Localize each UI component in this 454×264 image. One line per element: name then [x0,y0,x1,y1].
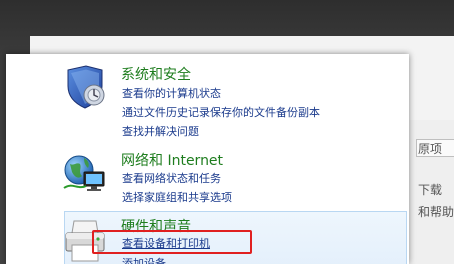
control-panel-window: 系统和安全 查看你的计算机状态 通过文件历史记录保存你的文件备份副本 查找并解决… [6,54,409,264]
link-view-computer-status[interactable]: 查看你的计算机状态 [122,85,221,101]
shield-icon [62,64,108,110]
network-globe-icon [62,150,108,196]
link-file-history-backup[interactable]: 通过文件历史记录保存你的文件备份副本 [122,104,320,120]
red-highlight-box [92,230,252,254]
background-text-3: 和帮助 [418,205,454,219]
background-text-1: 原项 [418,142,443,156]
link-add-device[interactable]: 添加设备 [122,255,166,264]
background-text-2: 下载 [418,183,443,197]
link-troubleshoot[interactable]: 查找并解决问题 [122,123,199,139]
link-network-status-tasks[interactable]: 查看网络状态和任务 [122,170,221,186]
category-title-network-internet[interactable]: 网络和 Internet [121,150,223,170]
category-title-system-security[interactable]: 系统和安全 [121,64,191,84]
link-homegroup-sharing[interactable]: 选择家庭组和共享选项 [122,189,232,205]
